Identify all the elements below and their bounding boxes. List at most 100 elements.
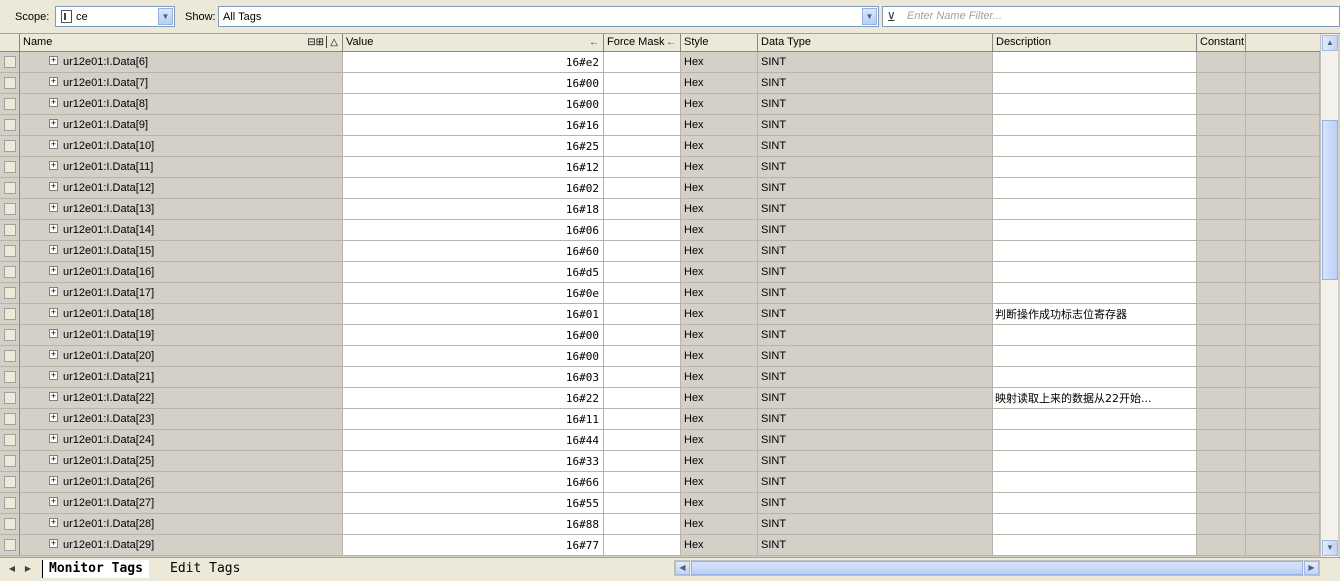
force-mask-cell[interactable] xyxy=(604,52,681,73)
style-cell[interactable]: Hex xyxy=(681,388,758,409)
data-type-cell[interactable]: SINT xyxy=(758,136,993,157)
tag-name-cell[interactable]: + ur12e01:I.Data[19] xyxy=(20,325,343,346)
description-cell[interactable] xyxy=(993,346,1197,367)
constant-cell[interactable] xyxy=(1197,514,1246,535)
plus-icon[interactable]: + xyxy=(49,371,58,380)
plus-icon[interactable]: + xyxy=(49,140,58,149)
column-header-description[interactable]: Description xyxy=(993,34,1197,51)
force-mask-cell[interactable] xyxy=(604,283,681,304)
column-header-constant[interactable]: Constant xyxy=(1197,34,1246,51)
table-row[interactable]: + ur12e01:I.Data[20] 16#00 Hex SINT xyxy=(0,346,1320,367)
description-cell[interactable] xyxy=(993,325,1197,346)
description-cell[interactable] xyxy=(993,157,1197,178)
constant-cell[interactable] xyxy=(1197,220,1246,241)
column-header-style[interactable]: Style xyxy=(681,34,758,51)
style-cell[interactable]: Hex xyxy=(681,115,758,136)
table-row[interactable]: + ur12e01:I.Data[9] 16#16 Hex SINT xyxy=(0,115,1320,136)
column-header-data-type[interactable]: Data Type xyxy=(758,34,993,51)
tag-name-cell[interactable]: + ur12e01:I.Data[18] xyxy=(20,304,343,325)
tag-name-cell[interactable]: + ur12e01:I.Data[14] xyxy=(20,220,343,241)
table-row[interactable]: + ur12e01:I.Data[28] 16#88 Hex SINT xyxy=(0,514,1320,535)
tag-value-cell[interactable]: 16#06 xyxy=(343,220,604,241)
style-cell[interactable]: Hex xyxy=(681,409,758,430)
force-mask-cell[interactable] xyxy=(604,241,681,262)
table-row[interactable]: + ur12e01:I.Data[23] 16#11 Hex SINT xyxy=(0,409,1320,430)
force-mask-cell[interactable] xyxy=(604,94,681,115)
row-selector[interactable] xyxy=(0,220,20,241)
row-selector[interactable] xyxy=(0,367,20,388)
force-mask-cell[interactable] xyxy=(604,199,681,220)
row-selector[interactable] xyxy=(0,283,20,304)
description-cell[interactable] xyxy=(993,514,1197,535)
tag-name-cell[interactable]: + ur12e01:I.Data[24] xyxy=(20,430,343,451)
tag-value-cell[interactable]: 16#77 xyxy=(343,535,604,556)
tag-name-cell[interactable]: + ur12e01:I.Data[27] xyxy=(20,493,343,514)
table-row[interactable]: + ur12e01:I.Data[18] 16#01 Hex SINT 判断操作成功标志位… xyxy=(0,304,1320,325)
row-selector[interactable] xyxy=(0,451,20,472)
description-cell[interactable] xyxy=(993,73,1197,94)
tag-value-cell[interactable]: 16#18 xyxy=(343,199,604,220)
style-cell[interactable]: Hex xyxy=(681,430,758,451)
style-cell[interactable]: Hex xyxy=(681,220,758,241)
style-cell[interactable]: Hex xyxy=(681,199,758,220)
description-cell[interactable] xyxy=(993,535,1197,556)
tag-name-cell[interactable]: + ur12e01:I.Data[21] xyxy=(20,367,343,388)
row-selector[interactable] xyxy=(0,472,20,493)
description-cell[interactable] xyxy=(993,472,1197,493)
description-cell[interactable] xyxy=(993,493,1197,514)
plus-icon[interactable]: + xyxy=(49,434,58,443)
sort-ascending-icon[interactable]: ⊟⊞│△ xyxy=(307,34,338,51)
table-row[interactable]: + ur12e01:I.Data[12] 16#02 Hex SINT xyxy=(0,178,1320,199)
tag-value-cell[interactable]: 16#01 xyxy=(343,304,604,325)
data-type-cell[interactable]: SINT xyxy=(758,199,993,220)
constant-cell[interactable] xyxy=(1197,178,1246,199)
force-mask-cell[interactable] xyxy=(604,409,681,430)
table-row[interactable]: + ur12e01:I.Data[21] 16#03 Hex SINT xyxy=(0,367,1320,388)
plus-icon[interactable]: + xyxy=(49,245,58,254)
row-selector[interactable] xyxy=(0,52,20,73)
tag-name-cell[interactable]: + ur12e01:I.Data[12] xyxy=(20,178,343,199)
tag-name-cell[interactable]: + ur12e01:I.Data[13] xyxy=(20,199,343,220)
data-type-cell[interactable]: SINT xyxy=(758,388,993,409)
row-selector[interactable] xyxy=(0,535,20,556)
style-cell[interactable]: Hex xyxy=(681,304,758,325)
description-cell[interactable] xyxy=(993,178,1197,199)
constant-cell[interactable] xyxy=(1197,409,1246,430)
scroll-thumb[interactable] xyxy=(1322,120,1338,280)
scope-dropdown[interactable]: ce ▼ xyxy=(55,6,175,27)
force-mask-cell[interactable] xyxy=(604,367,681,388)
column-header-value[interactable]: Value ← xyxy=(343,34,604,51)
force-mask-cell[interactable] xyxy=(604,325,681,346)
plus-icon[interactable]: + xyxy=(49,98,58,107)
constant-cell[interactable] xyxy=(1197,199,1246,220)
tab-monitor-tags[interactable]: Monitor Tags xyxy=(42,560,149,578)
constant-cell[interactable] xyxy=(1197,493,1246,514)
description-cell[interactable] xyxy=(993,262,1197,283)
table-row[interactable]: + ur12e01:I.Data[7] 16#00 Hex SINT xyxy=(0,73,1320,94)
style-cell[interactable]: Hex xyxy=(681,157,758,178)
row-selector[interactable] xyxy=(0,136,20,157)
plus-icon[interactable]: + xyxy=(49,350,58,359)
row-selector[interactable] xyxy=(0,115,20,136)
tag-name-cell[interactable]: + ur12e01:I.Data[8] xyxy=(20,94,343,115)
table-row[interactable]: + ur12e01:I.Data[11] 16#12 Hex SINT xyxy=(0,157,1320,178)
force-mask-cell[interactable] xyxy=(604,346,681,367)
table-row[interactable]: + ur12e01:I.Data[14] 16#06 Hex SINT xyxy=(0,220,1320,241)
constant-cell[interactable] xyxy=(1197,346,1246,367)
constant-cell[interactable] xyxy=(1197,535,1246,556)
row-selector[interactable] xyxy=(0,304,20,325)
data-type-cell[interactable]: SINT xyxy=(758,94,993,115)
data-type-cell[interactable]: SINT xyxy=(758,409,993,430)
description-cell[interactable] xyxy=(993,430,1197,451)
plus-icon[interactable]: + xyxy=(49,518,58,527)
style-cell[interactable]: Hex xyxy=(681,136,758,157)
row-selector[interactable] xyxy=(0,514,20,535)
data-type-cell[interactable]: SINT xyxy=(758,367,993,388)
plus-icon[interactable]: + xyxy=(49,56,58,65)
force-mask-cell[interactable] xyxy=(604,472,681,493)
tab-next-icon[interactable]: ▶ xyxy=(22,562,34,575)
force-mask-cell[interactable] xyxy=(604,535,681,556)
tag-value-cell[interactable]: 16#12 xyxy=(343,157,604,178)
force-mask-cell[interactable] xyxy=(604,262,681,283)
force-mask-cell[interactable] xyxy=(604,493,681,514)
